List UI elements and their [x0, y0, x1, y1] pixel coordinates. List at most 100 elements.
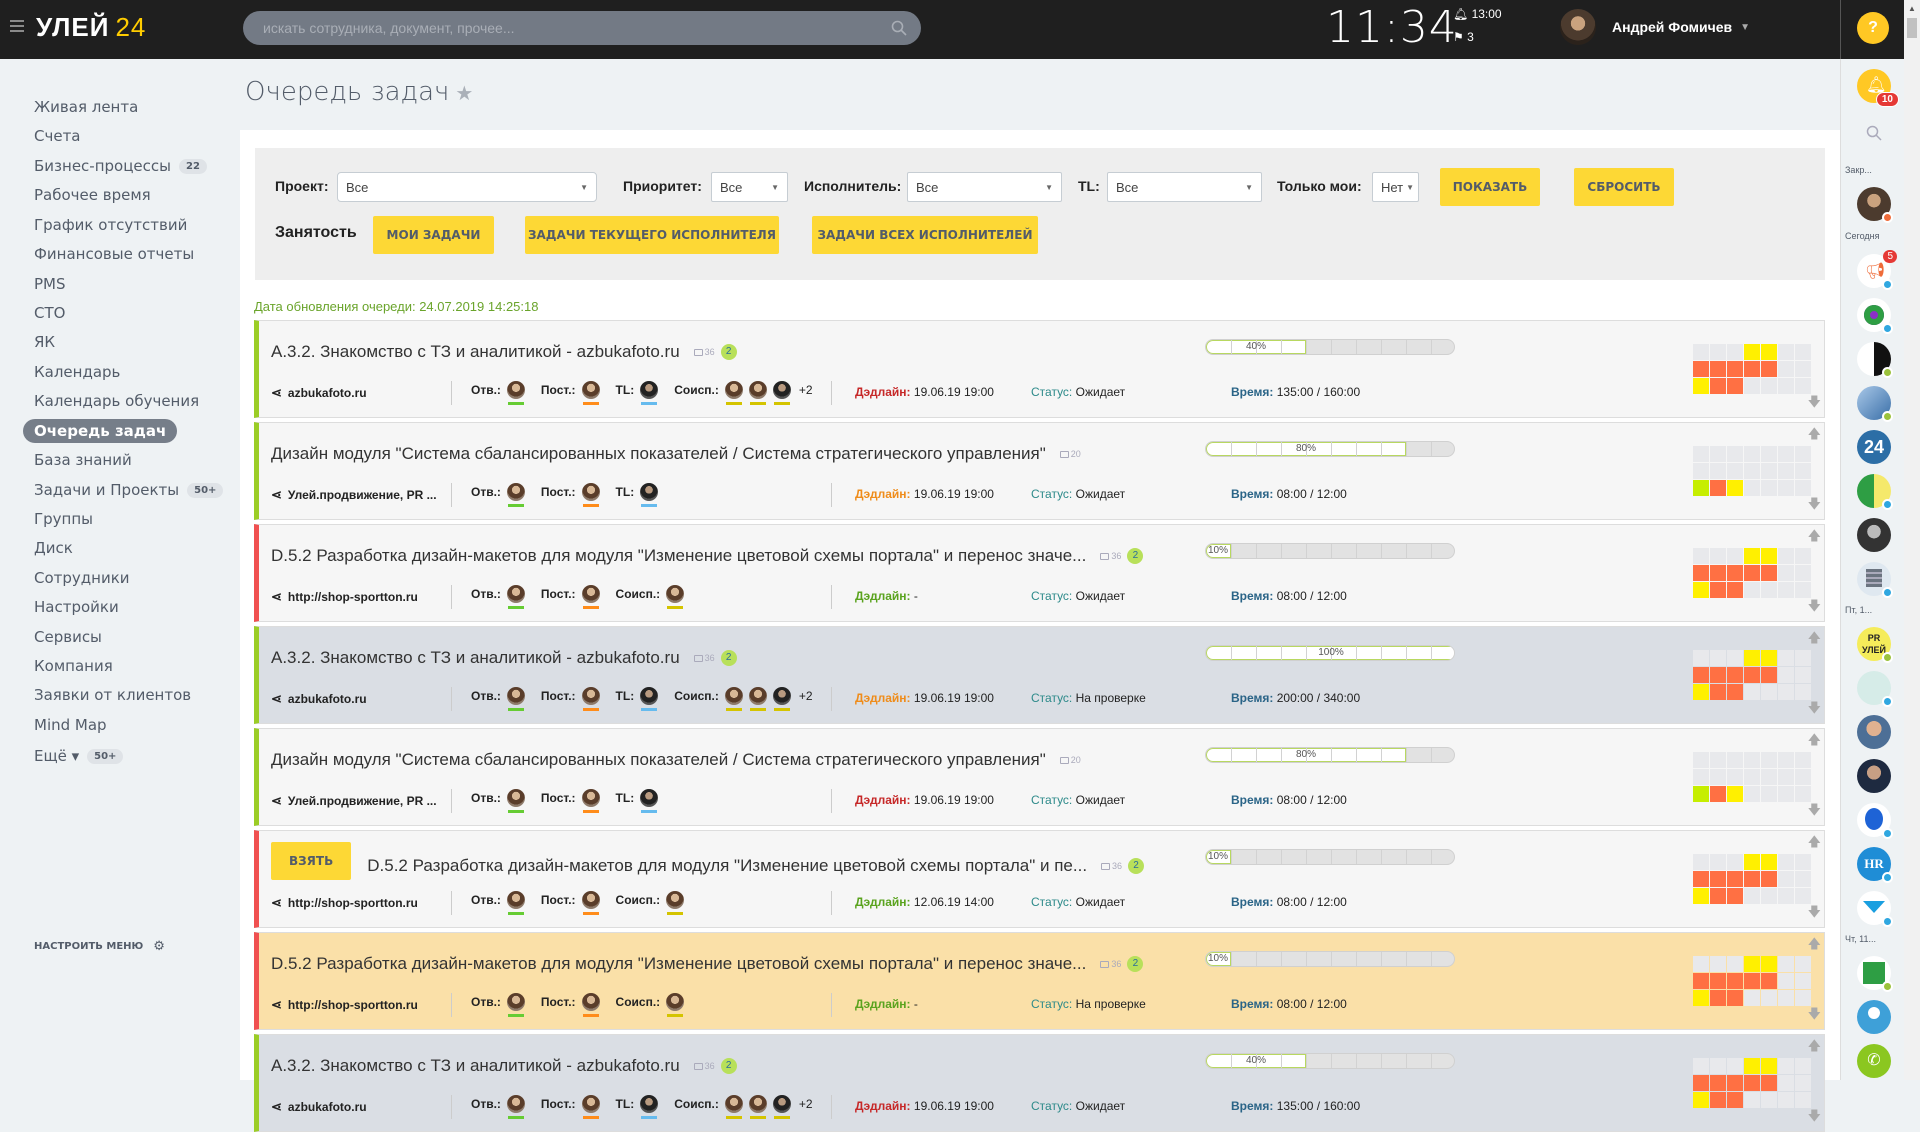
chat-avatar[interactable]	[1857, 715, 1891, 749]
avatar[interactable]	[724, 1095, 743, 1119]
only-mine-select[interactable]: Нет ▼	[1372, 172, 1419, 202]
avatar[interactable]	[640, 789, 659, 813]
reset-button[interactable]: СБРОСИТЬ	[1574, 168, 1674, 206]
avatar[interactable]	[748, 687, 767, 711]
comments[interactable]: 20	[1059, 449, 1081, 459]
avatar[interactable]	[506, 993, 525, 1017]
chat-avatar[interactable]	[1857, 891, 1893, 927]
task-title[interactable]: Дизайн модуля "Система сбалансированных …	[271, 444, 1081, 464]
avatar[interactable]	[581, 993, 600, 1017]
chat-avatar[interactable]	[1857, 759, 1891, 793]
avatar[interactable]	[506, 585, 525, 609]
scrollbar-thumb[interactable]	[1907, 18, 1917, 38]
comments[interactable]: 36	[1100, 959, 1121, 969]
chat-avatar[interactable]	[1857, 386, 1893, 422]
sidebar-item[interactable]: Настройки	[34, 598, 119, 616]
search-input[interactable]	[243, 11, 921, 45]
avatar[interactable]	[748, 1095, 767, 1119]
sidebar-item[interactable]: ЯК	[34, 333, 55, 351]
sidebar-item[interactable]: Компания	[34, 657, 113, 675]
sidebar-item[interactable]: Сотрудники	[34, 569, 130, 587]
pr-uley-chat[interactable]: PR УЛЕЙ	[1857, 627, 1893, 663]
sidebar-item[interactable]: База знаний	[34, 451, 132, 469]
avatar[interactable]	[581, 789, 600, 813]
avatar[interactable]	[772, 687, 791, 711]
move-up-icon[interactable]: 🡅	[1808, 935, 1821, 957]
comments[interactable]: 20	[1059, 755, 1081, 765]
move-up-icon[interactable]: 🡅	[1808, 629, 1821, 651]
move-up-icon[interactable]: 🡅	[1808, 731, 1821, 753]
sidebar-item[interactable]: Счета	[34, 127, 81, 145]
task-project[interactable]: ⋖ azbukafoto.ru	[271, 691, 367, 707]
task-title[interactable]: А.3.2. Знакомство с ТЗ и аналитикой - az…	[271, 648, 737, 668]
task-title[interactable]: Дизайн модуля "Система сбалансированных …	[271, 750, 1081, 770]
move-down-icon[interactable]: 🡇	[1808, 1005, 1821, 1027]
task-title-text[interactable]: Дизайн модуля "Система сбалансированных …	[271, 444, 1046, 464]
avatar[interactable]	[506, 381, 525, 405]
task-project[interactable]: ⋖ http://shop-sportton.ru	[271, 997, 418, 1013]
more-coexecutors[interactable]: +2	[799, 1097, 813, 1111]
bitrix24-chat[interactable]: 24	[1857, 430, 1891, 464]
move-down-icon[interactable]: 🡇	[1808, 801, 1821, 823]
avatar[interactable]	[666, 993, 685, 1017]
chat-avatar[interactable]	[1857, 518, 1891, 552]
current-executor-tasks-button[interactable]: ЗАДАЧИ ТЕКУЩЕГО ИСПОЛНИТЕЛЯ	[525, 216, 779, 254]
move-up-icon[interactable]: 🡅	[1808, 527, 1821, 549]
chat-avatar[interactable]	[1857, 956, 1893, 992]
scroll-up-icon[interactable]: ▲	[1908, 4, 1916, 13]
comments[interactable]: 36	[1101, 861, 1122, 871]
task-title-text[interactable]: А.3.2. Знакомство с ТЗ и аналитикой - az…	[271, 342, 680, 362]
avatar[interactable]	[506, 483, 525, 507]
project-select[interactable]: Все ▼	[337, 172, 597, 202]
chat-avatar[interactable]	[1857, 1000, 1891, 1034]
avatar[interactable]	[640, 483, 659, 507]
sidebar-item[interactable]: Финансовые отчеты	[34, 245, 194, 263]
task-title-text[interactable]: Дизайн модуля "Система сбалансированных …	[271, 750, 1046, 770]
show-button[interactable]: ПОКАЗАТЬ	[1440, 168, 1540, 206]
chat-avatar[interactable]	[1857, 562, 1893, 598]
comments[interactable]: 36	[693, 653, 715, 663]
sidebar-item[interactable]: Сервисы	[34, 628, 102, 646]
avatar[interactable]	[506, 789, 525, 813]
move-down-icon[interactable]: 🡇	[1808, 699, 1821, 721]
chat-avatar[interactable]	[1857, 671, 1893, 707]
task-row[interactable]: D.5.2 Разработка дизайн-макетов для моду…	[254, 524, 1825, 622]
move-up-icon[interactable]: 🡅	[1808, 833, 1821, 855]
more-coexecutors[interactable]: +2	[799, 689, 813, 703]
task-title[interactable]: ВЗЯТЬ D.5.2 Разработка дизайн-макетов дл…	[271, 842, 1145, 880]
chat-avatar[interactable]: 📢︎ 5	[1857, 250, 1897, 290]
hr-chat[interactable]: HR	[1857, 847, 1893, 883]
task-row[interactable]: А.3.2. Знакомство с ТЗ и аналитикой - az…	[254, 320, 1825, 418]
sidebar-item[interactable]: Календарь обучения	[34, 392, 199, 410]
task-title[interactable]: А.3.2. Знакомство с ТЗ и аналитикой - az…	[271, 1056, 737, 1076]
task-row[interactable]: D.5.2 Разработка дизайн-макетов для моду…	[254, 932, 1825, 1030]
task-title-text[interactable]: D.5.2 Разработка дизайн-макетов для моду…	[271, 546, 1086, 566]
avatar[interactable]	[724, 381, 743, 405]
take-task-button[interactable]: ВЗЯТЬ	[271, 842, 352, 880]
avatar[interactable]	[772, 381, 791, 405]
menu-burger-icon[interactable]	[10, 20, 24, 32]
task-title[interactable]: А.3.2. Знакомство с ТЗ и аналитикой - az…	[271, 342, 737, 362]
flag-counter[interactable]: ⚑ 3	[1453, 30, 1474, 44]
tl-select[interactable]: Все ▼	[1107, 172, 1262, 202]
configure-menu-button[interactable]: НАСТРОИТЬ МЕНЮ ⚙	[34, 939, 165, 954]
avatar[interactable]	[748, 381, 767, 405]
avatar[interactable]	[581, 687, 600, 711]
user-menu[interactable]: Андрей Фомичев ▼	[1560, 9, 1750, 45]
comments[interactable]: 36	[1100, 551, 1121, 561]
logo[interactable]: УЛЕЙ 24	[36, 12, 146, 43]
all-executors-tasks-button[interactable]: ЗАДАЧИ ВСЕХ ИСПОЛНИТЕЛЕЙ	[812, 216, 1038, 254]
comments[interactable]: 36	[693, 347, 715, 357]
task-title-text[interactable]: А.3.2. Знакомство с ТЗ и аналитикой - az…	[271, 648, 680, 668]
avatar[interactable]	[666, 891, 685, 915]
avatar[interactable]	[581, 381, 600, 405]
move-down-icon[interactable]: 🡇	[1808, 903, 1821, 925]
star-icon[interactable]: ★	[455, 81, 473, 105]
task-row[interactable]: ВЗЯТЬ D.5.2 Разработка дизайн-макетов дл…	[254, 830, 1825, 928]
avatar[interactable]	[640, 381, 659, 405]
sidebar-item[interactable]: Задачи и Проекты 50+	[34, 481, 224, 499]
task-title-text[interactable]: D.5.2 Разработка дизайн-макетов для моду…	[367, 856, 1087, 876]
avatar[interactable]	[506, 687, 525, 711]
sidebar-item[interactable]: Живая лента	[34, 98, 138, 116]
avatar[interactable]	[506, 891, 525, 915]
